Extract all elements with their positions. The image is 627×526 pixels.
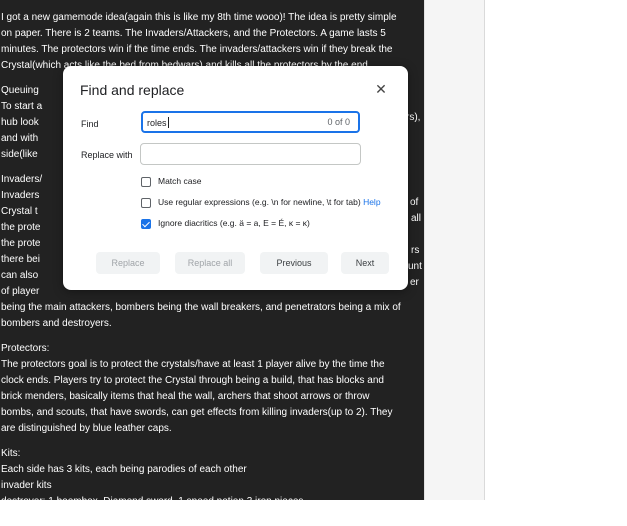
replace-all-button[interactable]: Replace all (175, 252, 245, 274)
doc-line: Each side has 3 kits, each being parodie… (1, 464, 247, 475)
next-button[interactable]: Next (341, 252, 389, 274)
doc-line: being the main attackers, bombers being … (1, 302, 401, 313)
paragraph-kits: Kits: Each side has 3 kits, each being p… (1, 446, 418, 526)
regex-label: Use regular expressions (e.g. \n for new… (158, 197, 361, 207)
text-caret (167, 117, 169, 128)
doc-line: I got a new gamemode idea(again this is … (1, 12, 397, 23)
find-label: Find (81, 119, 99, 129)
replace-label: Replace with (81, 150, 133, 160)
doc-fragment: rs), (406, 112, 421, 123)
doc-fragment: of (410, 197, 419, 208)
doc-line: invader kits (1, 480, 52, 491)
doc-fragment: rs (411, 245, 420, 256)
help-link[interactable]: Help (363, 197, 380, 207)
doc-line: bombers and destroyers. (1, 318, 112, 329)
replace-button[interactable]: Replace (96, 252, 160, 274)
doc-line: minutes. The protectors win if the time … (1, 44, 393, 55)
doc-fragment: er (410, 277, 419, 288)
replace-input[interactable] (140, 143, 361, 165)
regex-option: Use regular expressions (e.g. \n for new… (158, 197, 381, 207)
doc-line: clock ends. Players try to protect the C… (1, 375, 384, 386)
find-input[interactable]: roles 0 of 0 (141, 111, 360, 133)
doc-line: Protectors: (1, 343, 50, 354)
regex-checkbox[interactable] (141, 198, 151, 208)
match-count: 0 of 0 (327, 117, 350, 127)
doc-fragment: unt (408, 261, 422, 272)
match-case-checkbox[interactable] (141, 177, 151, 187)
paragraph-intro: I got a new gamemode idea(again this is … (1, 10, 418, 74)
close-icon[interactable]: ✕ (374, 82, 388, 96)
doc-line: destroyer: 1 boombox, Diamond sword, 1 s… (1, 496, 304, 507)
divider (484, 0, 485, 500)
ignore-diacritics-checkbox[interactable] (141, 219, 151, 229)
page-gutter (424, 0, 485, 500)
doc-line: on paper. There is 2 teams. The Invaders… (1, 28, 386, 39)
match-case-label: Match case (158, 176, 202, 186)
doc-line: are distinguished by blue leather caps. (1, 423, 172, 434)
dialog-title: Find and replace (80, 82, 185, 98)
paragraph-protectors: Protectors: The protectors goal is to pr… (1, 341, 418, 437)
find-replace-dialog: Find and replace ✕ Find roles 0 of 0 Rep… (63, 66, 408, 290)
ignore-diacritics-label: Ignore diacritics (e.g. ä = a, E = É, ĸ … (158, 218, 310, 228)
doc-line: Kits: (1, 448, 21, 459)
doc-line: bombs, and scouts, that have swords, can… (1, 407, 393, 418)
doc-line: Bomber: Stone Sword, 1 bow, 16 arrows, 4… (1, 512, 353, 523)
previous-button[interactable]: Previous (260, 252, 328, 274)
doc-line: brick menders, basically items that heal… (1, 391, 370, 402)
find-value: roles (147, 118, 167, 128)
doc-fragment: all (411, 213, 422, 224)
doc-line: The protectors goal is to protect the cr… (1, 359, 385, 370)
